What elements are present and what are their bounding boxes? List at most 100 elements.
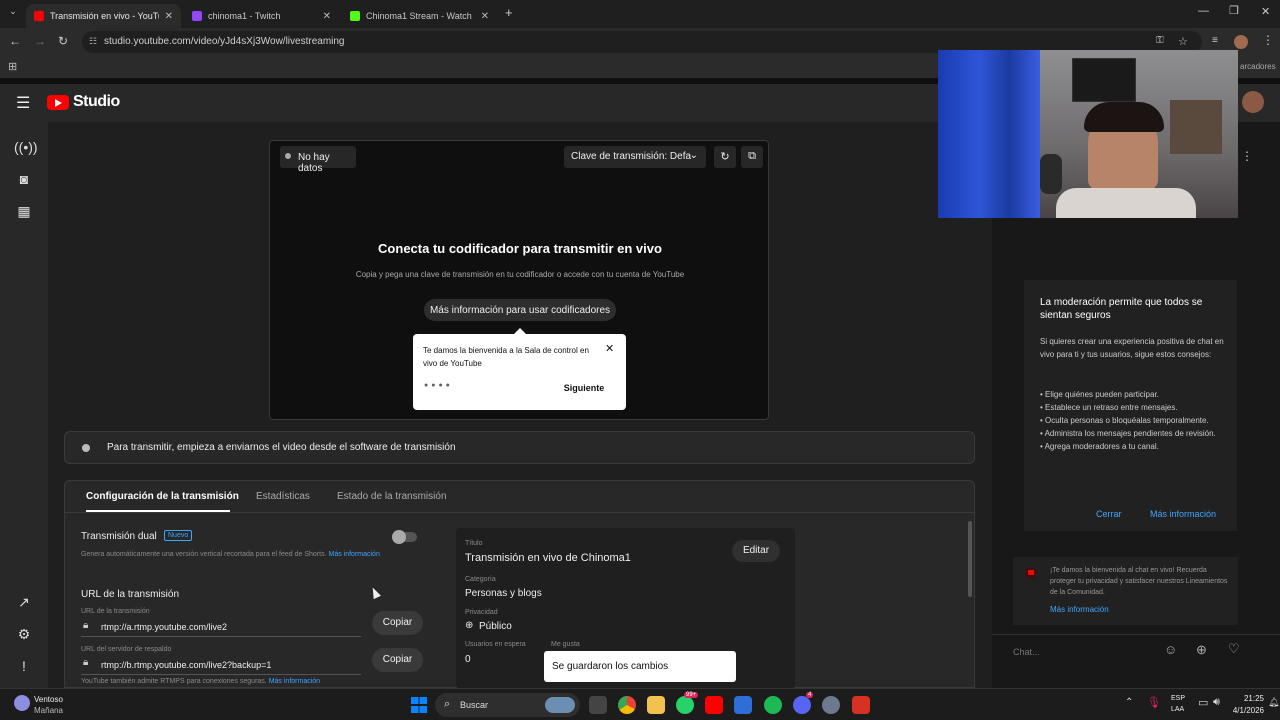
feedback-icon[interactable]: !: [14, 656, 34, 676]
moderation-intro: Si quieres crear una experiencia positiv…: [1040, 337, 1224, 359]
studio-left-nav: ((•)) ◙ ▦ ↗ ⚙ !: [0, 122, 48, 688]
chat-menu-icon[interactable]: ⋮: [1241, 149, 1253, 163]
settings-scrollbar[interactable]: [968, 521, 972, 597]
close-window-icon[interactable]: ✕: [1261, 5, 1270, 18]
category-value: Personas y blogs: [465, 588, 542, 599]
studio-logo-text: Studio: [73, 93, 120, 110]
tab-list-chevron-icon[interactable]: ⌄: [6, 6, 20, 20]
youtube-taskbar-icon[interactable]: [705, 696, 723, 714]
tab-kick[interactable]: Chinoma1 Stream - Watch Live ✕: [342, 4, 497, 28]
dual-more-link[interactable]: Más información: [328, 551, 379, 558]
maximize-icon[interactable]: ❐: [1229, 4, 1239, 17]
tab-statistics[interactable]: Estadísticas: [256, 491, 310, 502]
taskbar-search[interactable]: ⌕ Buscar: [435, 693, 580, 717]
tab-label: Chinoma1 Stream - Watch Live: [366, 11, 475, 21]
close-tab-icon[interactable]: ✕: [481, 11, 489, 22]
dual-stream-toggle[interactable]: [392, 530, 417, 544]
microphone-icon[interactable]: 🎙︎: [1147, 696, 1161, 709]
minimize-icon[interactable]: —: [1198, 5, 1209, 17]
app-red-icon[interactable]: [852, 696, 870, 714]
windows-taskbar: Ventoso Mañana ⌕ Buscar 99+ 4 ⌃ 🎙︎ ESP L…: [0, 688, 1280, 720]
likes-label: Me gusta: [551, 641, 580, 648]
encoder-info-button[interactable]: Más información para usar codificadores: [424, 299, 616, 321]
close-moderation-button[interactable]: Cerrar: [1096, 509, 1122, 519]
youtube-logo[interactable]: [47, 95, 69, 110]
stream-url-label: URL de la transmisión: [81, 608, 150, 615]
tab-twitch[interactable]: chinoma1 - Twitch ✕: [184, 4, 339, 28]
url-section-title: URL de la transmisión: [81, 589, 180, 600]
tab-youtube[interactable]: Transmisión en vivo - YouTube ✕: [26, 4, 181, 28]
close-tab-icon[interactable]: ✕: [165, 11, 173, 22]
volume-icon[interactable]: 🔊︎: [1213, 696, 1220, 709]
tray-chevron-icon[interactable]: ⌃: [1125, 697, 1133, 708]
task-view-icon[interactable]: [589, 696, 607, 714]
clock-time[interactable]: 21:25: [1230, 694, 1264, 703]
password-key-icon[interactable]: ⚿: [1156, 35, 1164, 46]
waiting-value: 0: [465, 654, 471, 665]
weather-title[interactable]: Ventoso: [34, 695, 63, 704]
close-tab-icon[interactable]: ✕: [323, 11, 331, 22]
tab-label: chinoma1 - Twitch: [208, 11, 281, 21]
media-controls-icon[interactable]: ≡: [1212, 35, 1218, 46]
chat-input-divider: [992, 634, 1280, 635]
globe-icon: ⊕: [465, 620, 474, 631]
welcome-more-link[interactable]: Más información: [1050, 605, 1109, 614]
emoji-icon[interactable]: ☺: [1164, 642, 1177, 657]
refresh-key-button[interactable]: ↻: [714, 146, 736, 168]
browser-menu-icon[interactable]: ⋮: [1262, 33, 1274, 47]
back-icon[interactable]: ←: [9, 34, 21, 48]
network-icon[interactable]: ▭: [1198, 696, 1208, 709]
edit-button[interactable]: Editar: [732, 540, 780, 562]
copy-key-button[interactable]: ⧉: [741, 146, 763, 168]
chat-scrollbar[interactable]: [1264, 172, 1269, 632]
search-icon: ⌕: [444, 698, 451, 710]
status-badge: No hay datos: [280, 146, 356, 174]
camera-icon[interactable]: ◙: [14, 169, 34, 189]
tab-stream-config[interactable]: Configuración de la transmisión: [86, 491, 239, 502]
webcam-microphone: [1040, 154, 1062, 194]
youtube-favicon-icon: [34, 11, 44, 21]
language-top[interactable]: ESP: [1171, 695, 1185, 702]
channel-avatar[interactable]: [1242, 91, 1264, 113]
reload-icon[interactable]: ↻: [58, 34, 68, 48]
settings-taskbar-icon[interactable]: [822, 696, 840, 714]
calendar-icon[interactable]: ▦: [14, 201, 34, 221]
settings-gear-icon[interactable]: ⚙: [14, 624, 34, 644]
moderation-more-button[interactable]: Más información: [1150, 509, 1216, 519]
app-icon[interactable]: [734, 696, 752, 714]
add-icon[interactable]: ⊕: [1196, 642, 1207, 658]
language-bottom: LAA: [1171, 706, 1185, 713]
profile-avatar[interactable]: [1234, 35, 1248, 49]
forward-icon[interactable]: →: [34, 34, 46, 48]
backup-url-value[interactable]: rtmp://b.rtmp.youtube.com/live2?backup=1: [101, 660, 271, 670]
whatsapp-icon[interactable]: [676, 696, 694, 714]
spotify-icon[interactable]: [764, 696, 782, 714]
heart-icon[interactable]: ♡: [1228, 641, 1240, 657]
external-link-icon[interactable]: ↗: [14, 592, 34, 612]
rtmps-more-link[interactable]: Más información: [269, 678, 320, 685]
new-tab-icon[interactable]: +: [505, 5, 513, 20]
windows-start-icon[interactable]: [411, 697, 427, 713]
apps-grid-icon[interactable]: ⊞: [8, 60, 17, 73]
site-info-icon[interactable]: ☷: [89, 36, 97, 47]
stream-url-value[interactable]: rtmp://a.rtmp.youtube.com/live2: [101, 622, 227, 632]
stream-key-dropdown[interactable]: Clave de transmisión: Defa ⌄: [564, 146, 706, 168]
live-stream-icon[interactable]: ((•)): [14, 137, 38, 157]
file-explorer-icon[interactable]: [647, 696, 665, 714]
copy-url-button[interactable]: Copiar: [372, 611, 423, 635]
stream-key-label: Clave de transmisión: Defa: [571, 151, 692, 162]
weather-icon[interactable]: [14, 695, 30, 711]
chrome-icon[interactable]: [618, 696, 636, 714]
bookmark-star-icon[interactable]: ☆: [1178, 35, 1188, 48]
chat-input[interactable]: Chat...: [1013, 642, 1163, 662]
copy-backup-button[interactable]: Copiar: [372, 648, 423, 672]
notification-bell-icon[interactable]: 🔔︎: [1268, 697, 1279, 708]
bookmarks-folder-label[interactable]: arcadores: [1240, 62, 1276, 71]
next-button[interactable]: Siguiente: [553, 378, 615, 398]
close-icon[interactable]: ✕: [605, 342, 614, 355]
saved-toast: Se guardaron los cambios: [544, 651, 736, 682]
tab-stream-health[interactable]: Estado de la transmisión: [337, 491, 447, 502]
url-text: studio.youtube.com/video/yJd4sXj3Wow/liv…: [104, 36, 345, 47]
hamburger-menu-icon[interactable]: ☰: [16, 93, 30, 113]
discord-icon[interactable]: [793, 696, 811, 714]
